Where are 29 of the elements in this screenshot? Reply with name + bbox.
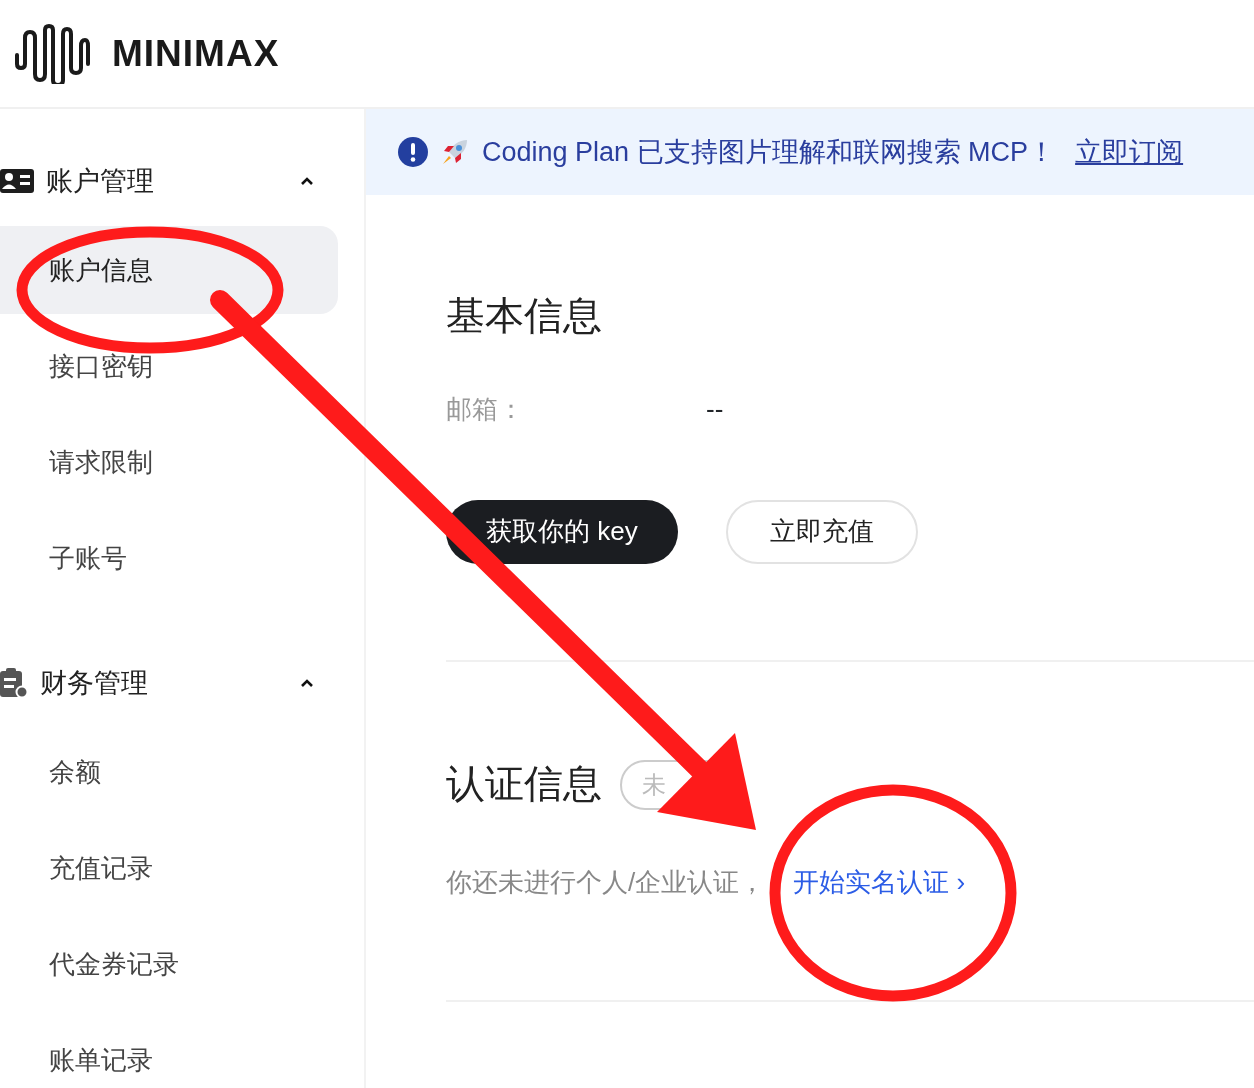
verify-link[interactable]: 开始实名认证 ›	[793, 866, 966, 897]
logo-text: MINIMAX	[112, 31, 280, 76]
menu-group-header[interactable]: 账户管理	[0, 149, 364, 213]
alert-icon	[398, 137, 428, 167]
sidebar-item[interactable]: 子账号	[0, 514, 338, 602]
sidebar-item[interactable]: 代金券记录	[0, 920, 338, 1008]
rocket-icon	[440, 137, 470, 167]
field-value: --	[706, 392, 724, 426]
section-title: 基本信息	[446, 293, 603, 339]
menu-group-label: 账户管理	[46, 164, 155, 198]
sidebar-item[interactable]: 账单记录	[0, 1016, 338, 1088]
section-title: 认证信息	[446, 761, 602, 808]
banner-text: Coding Plan 已支持图片理解和联网搜索 MCP！	[482, 135, 1056, 169]
recharge-button[interactable]: 立即充值	[725, 499, 918, 564]
sidebar-item[interactable]: 接口密钥	[0, 322, 338, 410]
sidebar-item[interactable]: 余额	[0, 728, 338, 816]
sidebar-item[interactable]: 充值记录	[0, 824, 338, 912]
sidebar-item[interactable]: 请求限制	[0, 418, 338, 506]
menu-group-label: 财务管理	[40, 666, 149, 700]
field-label: 邮箱：	[446, 392, 525, 426]
id-card-icon	[0, 169, 34, 193]
caret-icon	[300, 176, 314, 186]
menu-group-header[interactable]: 财务管理	[0, 651, 364, 715]
subscribe-link[interactable]: 立即订阅	[1075, 131, 1184, 173]
get-key-button[interactable]: 获取你的 key	[446, 499, 678, 564]
caret-icon	[300, 678, 314, 688]
verification-text: 你还未进行个人/企业认证，	[446, 866, 766, 897]
logo-icon	[14, 23, 90, 84]
clipboard-icon	[0, 668, 28, 698]
